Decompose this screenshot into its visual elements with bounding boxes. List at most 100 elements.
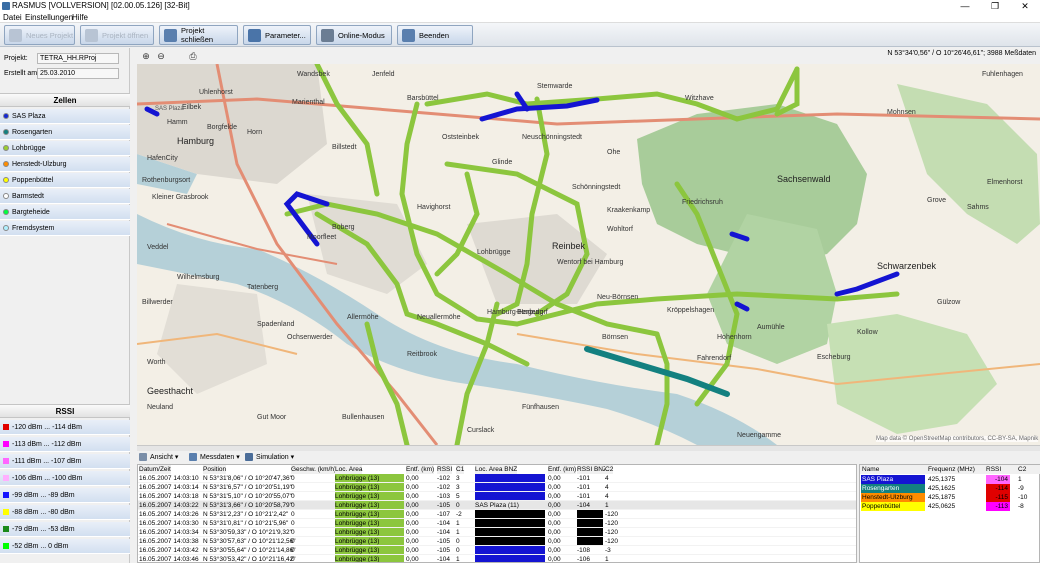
table-cell: 16.05.2007 14:03:26 (139, 511, 199, 518)
table-header[interactable]: C1 (456, 465, 465, 474)
map-place-label: Hamburg-Harburg (487, 309, 544, 316)
table-row[interactable]: 16.05.2007 14:03:26 N 53°31'2,23" / O 10°… (138, 510, 856, 519)
table-cell: Lohbrügge (13) (335, 547, 380, 554)
table-cell: 1 (456, 529, 460, 536)
table-cell: N 53°31'2,23" / O 10°21'2,42" (203, 511, 289, 518)
zoom-in-icon[interactable]: ⊕ (140, 50, 152, 62)
table-header[interactable]: Entf. (km) (406, 465, 435, 474)
bnz-area-color (475, 510, 545, 518)
menu-einstellungen[interactable]: Einstellungen (25, 13, 73, 22)
table-cell: 0,00 (548, 556, 561, 563)
map-canvas[interactable]: Wandsbek Uhlenhorst Eilbek Jenfeld Stemwarde… (137, 64, 1040, 445)
table-header[interactable]: Entf. (km) (548, 465, 577, 474)
menu-hilfe[interactable]: Hilfe (72, 13, 88, 22)
rssi-color-icon (3, 441, 9, 447)
table-row[interactable]: 16.05.2007 14:03:34 N 53°30'59,33" / O 10… (138, 528, 856, 537)
table-cell: 0 (291, 493, 295, 500)
cell-item[interactable]: Fremdsystem (0, 221, 130, 236)
table-cell: 0 (291, 529, 295, 536)
table-header[interactable]: Position (203, 465, 227, 474)
simulation-dropdown[interactable]: Simulation ▾ (245, 452, 294, 463)
cell-item[interactable]: Lohbrügge (0, 141, 130, 156)
neighbor-row[interactable]: Henstedt-Ulzburg 425,1875 -115 -10 (860, 493, 1040, 502)
cell-item[interactable]: Poppenbüttel (0, 173, 130, 188)
close-button[interactable]: ✕ (1010, 0, 1040, 12)
table-row[interactable]: 16.05.2007 14:03:18 N 53°31'5,10" / O 10°… (138, 492, 856, 501)
rssi-legend-item[interactable]: -120 dBm ... -114 dBm (0, 420, 130, 435)
online-mode-button[interactable]: Online-Modus (316, 25, 392, 45)
table-cell: N 53°31'5,10" / O 10°20'55,07" (203, 493, 292, 500)
open-project-button[interactable]: Projekt öffnen (80, 25, 154, 45)
table-header[interactable]: Loc. Area BNZ (475, 465, 518, 474)
neighbor-row[interactable]: SAS Plaza 425,1375 -104 1 (860, 475, 1040, 484)
map-place-label: Uhlenhorst (199, 89, 233, 96)
table-cell: SAS Plaza (11) (475, 493, 519, 500)
neighbor-header[interactable]: Name (862, 465, 879, 474)
neighbor-row[interactable]: Poppenbüttel 425,0625 -113 -8 (860, 502, 1040, 511)
table-header[interactable]: Datum/Zeit (139, 465, 171, 474)
table-header[interactable]: RSSI (437, 465, 453, 474)
table-cell: SAS Plaza (11) (475, 502, 519, 509)
menu-datei[interactable]: Datei (3, 13, 22, 22)
map-place-label: Fünfhausen (522, 404, 559, 411)
map-place-label: Curslack (467, 427, 495, 434)
cell-item[interactable]: Henstedt-Ulzburg (0, 157, 130, 172)
table-row[interactable]: 16.05.2007 14:03:42 N 53°30'55,64" / O 10… (138, 546, 856, 555)
table-row[interactable]: 16.05.2007 14:03:38 N 53°30'57,63" / O 10… (138, 537, 856, 546)
rssi-legend-item[interactable]: -79 dBm ... -53 dBm (0, 522, 130, 537)
new-project-button[interactable]: Neues Projekt (4, 25, 75, 45)
rssi-legend-item[interactable]: -106 dBm ... -100 dBm (0, 471, 130, 486)
bnz-area-color (475, 537, 545, 545)
table-cell: 4 (605, 475, 609, 482)
table-cell: 0,00 (406, 547, 419, 554)
table-row[interactable]: 16.05.2007 14:03:30 N 53°31'0,81" / O 10°… (138, 519, 856, 528)
table-row[interactable]: 16.05.2007 14:03:46 N 53°30'53,42" / O 10… (138, 555, 856, 563)
close-project-button[interactable]: Projekt schließen (159, 25, 238, 45)
table-cell: 16.05.2007 14:03:30 (139, 520, 199, 527)
view-dropdown[interactable]: Ansicht ▾ (139, 452, 178, 463)
map-place-label: Veddel (147, 244, 169, 251)
table-header[interactable]: RSSI BNZ (577, 465, 607, 474)
table-row[interactable]: 16.05.2007 14:03:14 N 53°31'6,57" / O 10°… (138, 483, 856, 492)
table-row[interactable]: 16.05.2007 14:03:22 N 53°31'3,66" / O 10°… (138, 501, 856, 510)
rssi-legend-item[interactable]: -113 dBm ... -112 dBm (0, 437, 130, 452)
table-cell: Lohbrügge (13) (335, 511, 380, 518)
map-place-label: Jenfeld (372, 71, 395, 78)
measurement-table[interactable]: Datum/Zeit Position Geschw. (km/h) Loc. Are… (137, 464, 857, 563)
table-cell: 4 (605, 493, 609, 500)
neighbor-table[interactable]: Name Frequenz (MHz) RSSI C2 SAS Plaza 425,137… (859, 464, 1040, 563)
cell-item[interactable]: Barmstedt (0, 189, 130, 204)
bnz-rssi-color (577, 510, 603, 518)
table-row[interactable]: 16.05.2007 14:03:10 N 53°31'8,06" / O 10°… (138, 474, 856, 483)
parameter-button[interactable]: Parameter... (243, 25, 311, 45)
zoom-out-icon[interactable]: ⊖ (155, 50, 167, 62)
neighbor-header[interactable]: C2 (1018, 465, 1026, 474)
rssi-legend-item[interactable]: -99 dBm ... -89 dBm (0, 488, 130, 503)
neighbor-header[interactable]: Frequenz (MHz) (928, 465, 975, 474)
map-place-label: Allermöhe (347, 314, 379, 321)
rssi-legend-item[interactable]: -111 dBm ... -107 dBm (0, 454, 130, 469)
table-cell: N 53°31'0,81" / O 10°21'5,96" (203, 520, 289, 527)
table-cell: SAS Plaza (11) (475, 547, 519, 554)
cell-item[interactable]: SAS Plaza (0, 109, 130, 124)
minimize-button[interactable]: — (950, 0, 980, 12)
print-icon[interactable]: ⎙ (187, 50, 199, 62)
neighbor-header[interactable]: RSSI (986, 465, 1001, 474)
table-header[interactable]: C2 (605, 465, 614, 474)
table-header[interactable]: Geschw. (km/h) (291, 465, 337, 474)
map-place-label: Hamburg (177, 136, 214, 146)
table-header[interactable]: Loc. Area (335, 465, 363, 474)
cell-item[interactable]: Bargteheide (0, 205, 130, 220)
table-cell: -107 (437, 511, 451, 518)
table-cell: 16.05.2007 14:03:18 (139, 493, 199, 500)
measurement-data-dropdown[interactable]: Messdaten ▾ (189, 452, 240, 463)
cell-item[interactable]: Rosengarten (0, 125, 130, 140)
exit-button[interactable]: Beenden (397, 25, 473, 45)
map-place-label: Tatenberg (247, 284, 278, 291)
neighbor-row[interactable]: Rosengarten 425,1625 -114 -9 (860, 484, 1040, 493)
rssi-legend-item[interactable]: -52 dBm ... 0 dBm (0, 539, 130, 554)
bnz-area-color (475, 528, 545, 536)
maximize-button[interactable]: ❐ (980, 0, 1010, 12)
rssi-legend-item[interactable]: -88 dBm ... -80 dBm (0, 505, 130, 520)
table-cell: 0,00 (548, 493, 561, 500)
